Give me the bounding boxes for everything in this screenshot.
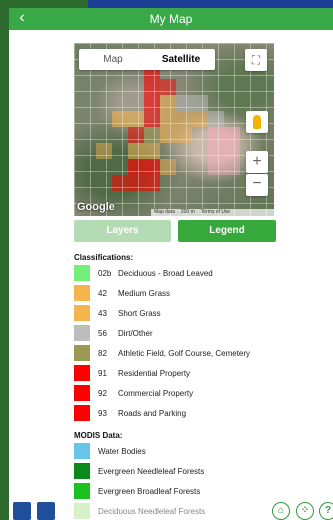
zoom-in-button[interactable]: + [246,151,268,173]
legend-code: 43 [98,308,107,318]
terms-link[interactable]: Terms of Use [201,209,230,216]
tab-legend[interactable]: Legend [178,220,276,242]
legend-row: 43 Short Grass [74,305,161,321]
legend-code: 02b [98,268,112,278]
modis-swatch [74,463,90,479]
legend-swatch [74,345,90,361]
fullscreen-icon[interactable]: ⛶ [245,49,267,71]
home-icon[interactable]: ⌂ [272,502,290,520]
page-title: My Map [149,12,193,26]
legend-label: Short Grass [118,308,161,318]
zoom-out-button[interactable]: − [246,174,268,196]
satellite-map[interactable]: Map Satellite ⛶ + − Google Map data 200 … [74,43,274,216]
modis-label: Deciduous Needleleaf Forests [98,506,206,516]
map-attribution: Map data 200 m Terms of Use [151,209,274,216]
header: ‹ My Map [9,8,333,30]
modis-title: MODIS Data: [74,431,123,440]
scale-label: 200 m [180,209,195,215]
modis-label: Water Bodies [98,446,146,456]
legend-row: 56 Dirt/Other [74,325,153,341]
legend-label: Medium Grass [118,288,171,298]
legend-swatch [74,385,90,401]
legend-label: Dirt/Other [118,328,153,338]
legend-code: 56 [98,328,107,338]
classifications-title: Classifications: [74,253,134,262]
modis-swatch [74,503,90,519]
legend-swatch [74,365,90,381]
top-band [0,0,88,8]
modis-swatch [74,443,90,459]
map-type-map[interactable]: Map [79,49,147,70]
legend-code: 42 [98,288,107,298]
legend-label: Residential Property [118,368,191,378]
legend-swatch [74,405,90,421]
legend-label: Commercial Property [118,388,194,398]
stats-button[interactable] [37,502,55,520]
map-type-satellite[interactable]: Satellite [147,49,215,70]
legend-row: 42 Medium Grass [74,285,170,301]
top-band-blue [88,0,333,8]
map-data-link[interactable]: Map data [154,209,175,216]
legend-swatch [74,325,90,341]
modis-swatch [74,483,90,499]
legend-code: 92 [98,388,107,398]
legend-label: Roads and Parking [118,408,187,418]
legend-row: 92 Commercial Property [74,385,193,401]
home-button[interactable] [13,502,31,520]
legend-swatch [74,265,90,281]
modis-row: Water Bodies [74,443,146,459]
tab-layers[interactable]: Layers [74,220,171,242]
legend-row: 82 Athletic Field, Golf Course, Cemetery [74,345,250,361]
modis-label: Evergreen Needleleaf Forests [98,466,205,476]
help-button[interactable]: ? [319,502,333,520]
map-type-toggle[interactable]: Map Satellite [79,49,215,70]
modis-label: Evergreen Broadleaf Forests [98,486,201,496]
legend-row: 93 Roads and Parking [74,405,186,421]
legend-label: Deciduous - Broad Leaved [118,268,213,278]
legend-code: 91 [98,368,107,378]
legend-swatch [74,305,90,321]
left-edge [0,0,9,520]
pegman-icon[interactable] [246,111,268,133]
legend-label: Athletic Field, Golf Course, Cemetery [118,348,251,358]
legend-swatch [74,285,90,301]
google-logo: Google [77,201,115,213]
map-panel: ‹ My Map Map Satellite ⛶ + − Google Map … [9,8,333,520]
legend-code: 93 [98,408,107,418]
modis-row: Deciduous Needleleaf Forests [74,503,205,519]
grid-icon[interactable]: ⁘ [296,502,314,520]
legend-row: 02b Deciduous - Broad Leaved [74,265,213,281]
legend-row: 91 Residential Property [74,365,190,381]
legend-code: 82 [98,348,107,358]
modis-row: Evergreen Needleleaf Forests [74,463,204,479]
modis-row: Evergreen Broadleaf Forests [74,483,200,499]
